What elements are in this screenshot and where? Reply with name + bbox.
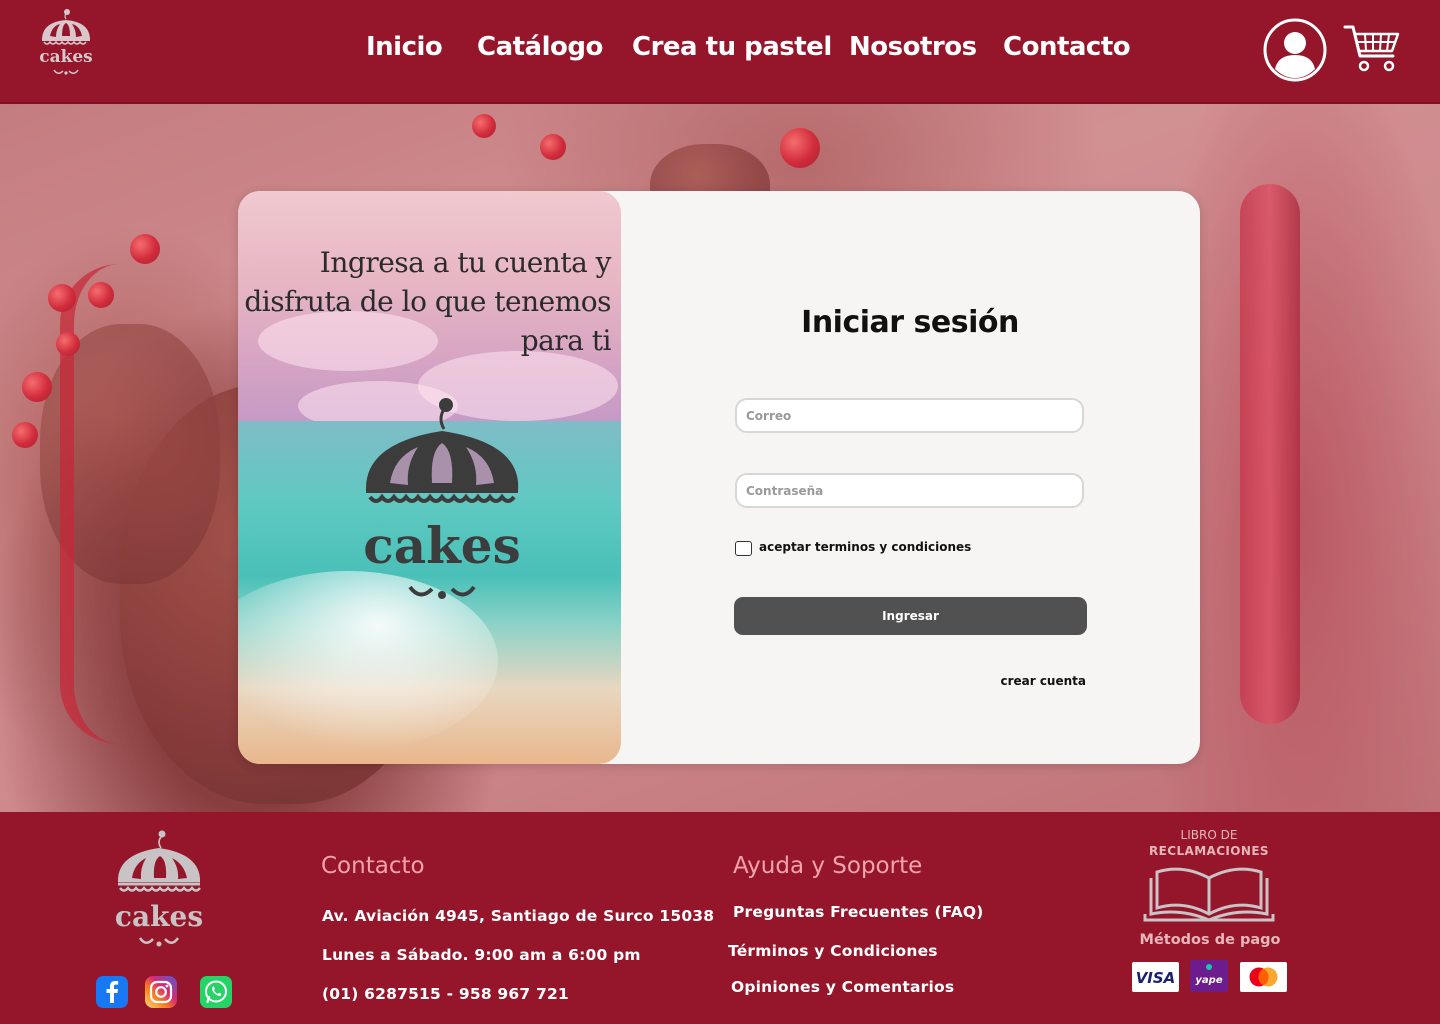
footer-hours: Lunes a Sábado. 9:00 am a 6:00 pm	[322, 946, 641, 964]
create-account-link[interactable]: crear cuenta	[978, 674, 1086, 688]
visa-icon: VISA	[1132, 962, 1179, 992]
svg-text:yape: yape	[1195, 975, 1222, 986]
footer-address: Av. Aviación 4945, Santiago de Surco 150…	[322, 907, 715, 925]
yape-icon: yape	[1190, 960, 1228, 992]
login-tagline: Ingresa a tu cuenta y disfruta de lo que…	[244, 246, 611, 357]
payment-methods-title: Métodos de pago	[1139, 932, 1281, 948]
svg-text:VISA: VISA	[1136, 969, 1176, 987]
libro-label-bottom: RECLAMACIONES	[1149, 844, 1269, 858]
nav-nosotros[interactable]: Nosotros	[849, 32, 977, 62]
open-book-icon	[1143, 867, 1275, 922]
libro-reclamaciones-link[interactable]: LIBRO DE RECLAMACIONES	[1141, 828, 1277, 928]
site-footer: cakes Contacto Av. Aviación 4945, Santia…	[0, 812, 1440, 1024]
nav-contacto[interactable]: Contacto	[1003, 32, 1131, 62]
cart-icon[interactable]	[1343, 22, 1401, 74]
footer-reviews-link[interactable]: Opiniones y Comentarios	[731, 978, 954, 996]
site-header: cakes Inicio Catálogo Crea tu pastel Nos…	[0, 0, 1440, 104]
logo-text: cakes	[115, 900, 203, 933]
mastercard-icon	[1240, 962, 1287, 992]
cakes-logo[interactable]: cakes	[36, 6, 96, 78]
footer-faq-link[interactable]: Preguntas Frecuentes (FAQ)	[733, 903, 984, 921]
login-title: Iniciar sesión	[801, 305, 1019, 340]
footer-cakes-logo[interactable]: cakes	[112, 828, 206, 958]
logo-text: cakes	[39, 47, 93, 67]
terms-label[interactable]: aceptar terminos y condiciones	[759, 540, 971, 554]
cakes-logo-large: cakes	[363, 398, 521, 599]
instagram-icon[interactable]	[145, 976, 177, 1008]
beach-sunset-image: Ingresa a tu cuenta y disfruta de lo que…	[238, 191, 621, 764]
nav-catalogo[interactable]: Catálogo	[477, 32, 603, 62]
email-input[interactable]	[735, 398, 1084, 433]
password-input[interactable]	[735, 473, 1084, 508]
facebook-icon[interactable]	[96, 976, 128, 1008]
logo-text: cakes	[363, 516, 520, 575]
terms-checkbox[interactable]	[735, 541, 752, 556]
nav-crea-tu-pastel[interactable]: Crea tu pastel	[632, 32, 832, 62]
footer-phones: (01) 6287515 - 958 967 721	[322, 985, 569, 1003]
login-card: Ingresa a tu cuenta y disfruta de lo que…	[238, 191, 1200, 764]
footer-contact-title: Contacto	[321, 853, 425, 879]
footer-terms-link[interactable]: Términos y Condiciones	[728, 942, 938, 960]
user-icon[interactable]	[1262, 17, 1328, 83]
nav-inicio[interactable]: Inicio	[366, 32, 443, 62]
login-button[interactable]: Ingresar	[734, 597, 1087, 635]
libro-label-top: LIBRO DE	[1180, 828, 1238, 842]
footer-help-title: Ayuda y Soporte	[733, 853, 923, 879]
whatsapp-icon[interactable]	[200, 976, 232, 1008]
